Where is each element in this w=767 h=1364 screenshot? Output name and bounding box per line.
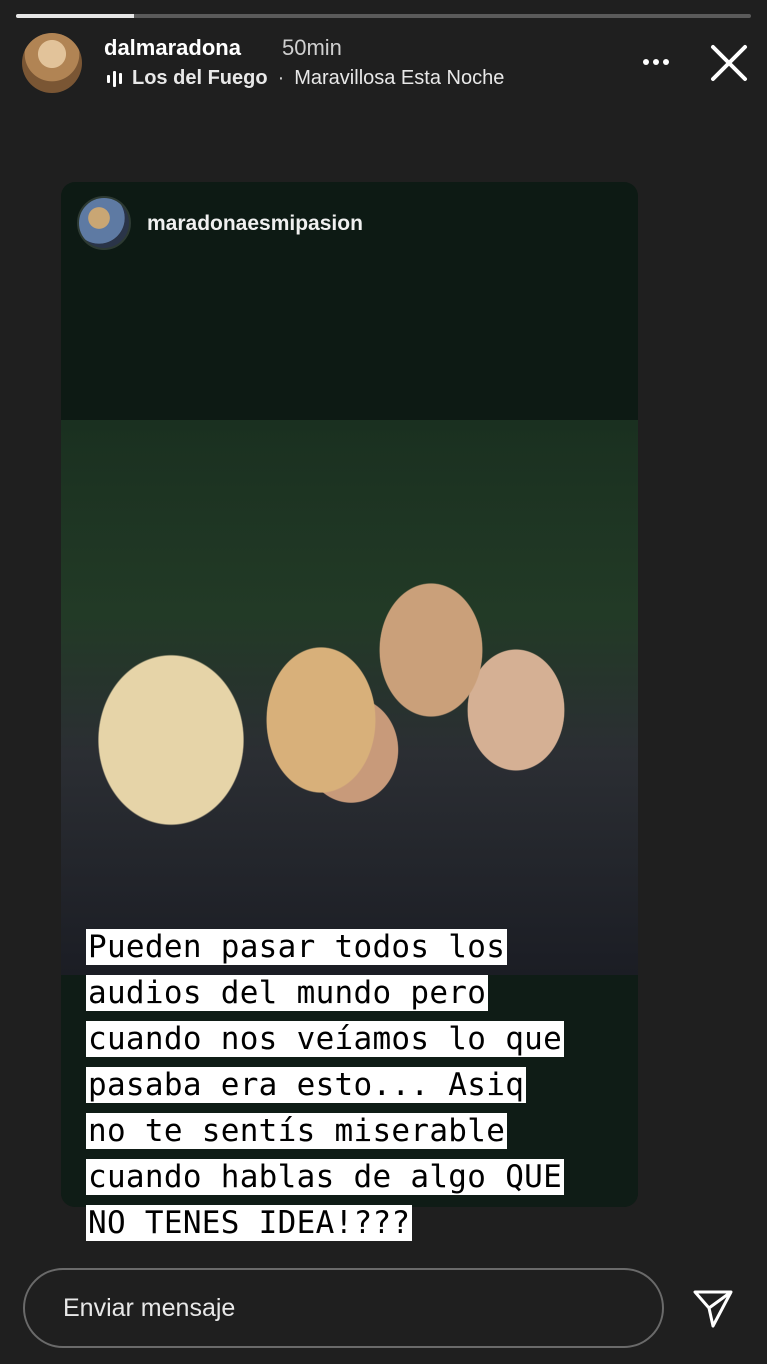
- message-input[interactable]: [23, 1268, 664, 1348]
- audio-bars-icon: [107, 70, 122, 88]
- music-song: Maravillosa Esta Noche: [294, 67, 505, 89]
- story-caption: Pueden pasar todos los audios del mundo p…: [86, 924, 716, 1246]
- more-options-icon[interactable]: [638, 50, 674, 74]
- story-time: 50min: [282, 35, 342, 60]
- music-artist: Los del Fuego: [132, 67, 268, 89]
- story-progress-fill: [16, 14, 134, 18]
- user-avatar[interactable]: [22, 33, 82, 93]
- family-photo: [61, 420, 638, 975]
- repost-username[interactable]: maradonaesmipasion: [147, 212, 363, 236]
- caption-text: Pueden pasar todos los audios del mundo p…: [86, 929, 565, 1241]
- close-icon[interactable]: [708, 42, 750, 84]
- send-icon[interactable]: [691, 1286, 735, 1330]
- story-progress-bar: [16, 14, 751, 18]
- repost-avatar[interactable]: [77, 196, 131, 250]
- story-username[interactable]: dalmaradona: [104, 35, 241, 61]
- music-separator: ·: [277, 67, 285, 89]
- music-attribution[interactable]: Los del Fuego · Maravillosa Esta Noche: [107, 67, 504, 90]
